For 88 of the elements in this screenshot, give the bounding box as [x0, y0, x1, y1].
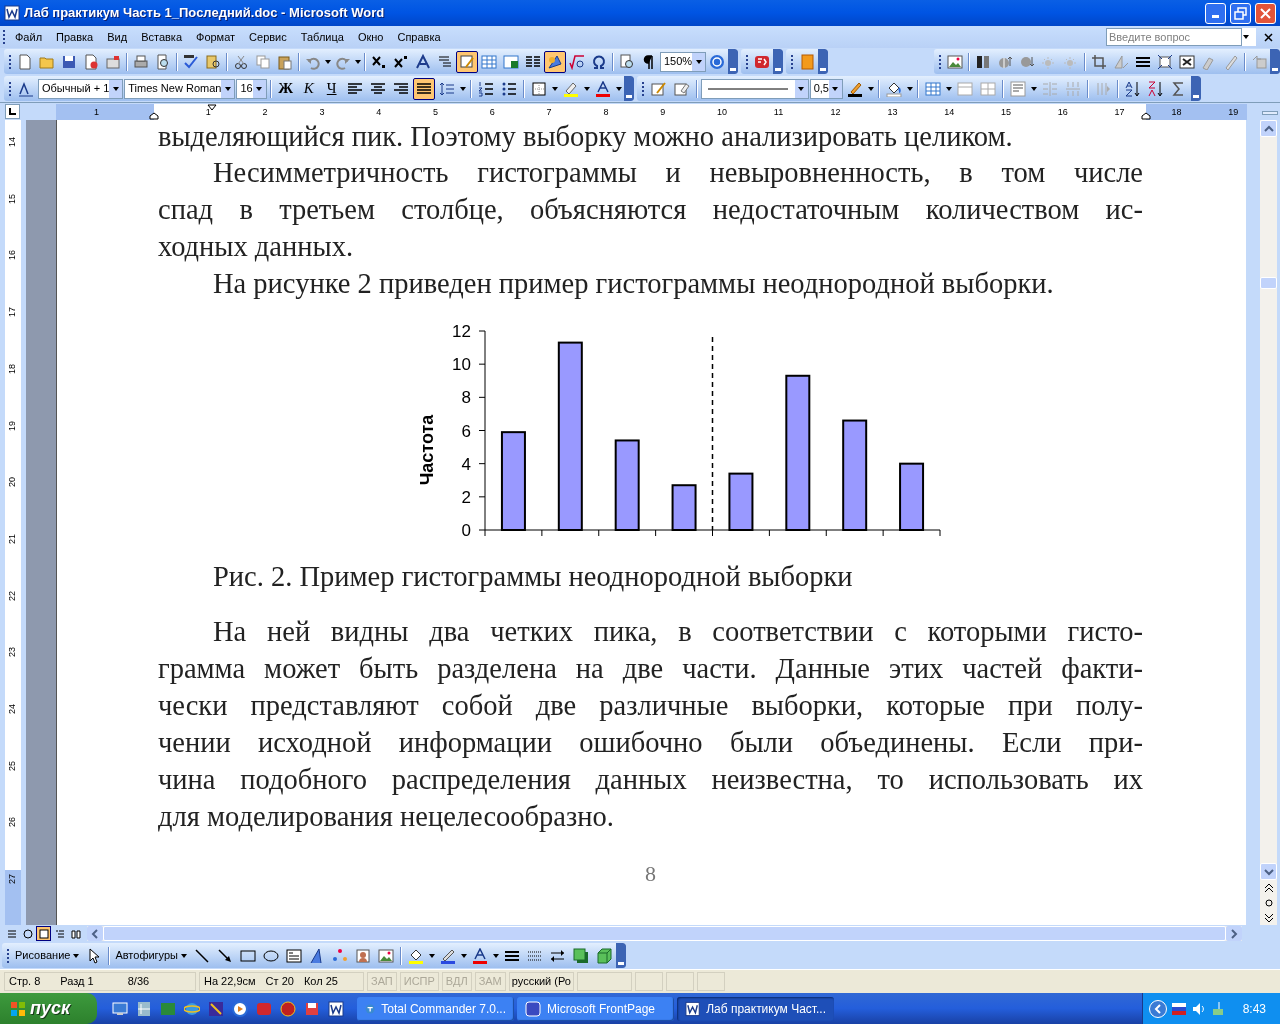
ruler-number: 19 [1228, 106, 1239, 119]
paragraph-line: выделяющийся пик. Поэтому выборку можно анализировать целиком. [158, 122, 1014, 154]
y-tick-label: 12 [452, 322, 471, 341]
paragraph-line: На рисунке 2 приведен пример гистограммы неоднородной выборки. [212, 267, 1055, 301]
help-search-field[interactable]: Введите вопрос [1106, 28, 1242, 46]
ruler-number: 2 [262, 106, 268, 119]
ruler-number: 6 [489, 106, 495, 119]
status-language: русский (Ро [508, 972, 574, 991]
underline-button[interactable]: Ч [320, 77, 343, 100]
y-axis-title: Частота [417, 414, 437, 486]
menu-item[interactable]: Таблица [293, 27, 351, 47]
taskbar-button[interactable]: Лаб практикум Част... [677, 996, 834, 1021]
bold-button[interactable]: Ж [274, 77, 297, 100]
y-tick-label: 2 [461, 487, 471, 507]
ruler-number: 20 [7, 477, 17, 488]
status-text: Ст 20 [265, 974, 294, 990]
paragraph-line: На ней видны два четких пика, в соответствии с которыми гисто- [212, 615, 1143, 649]
font-size-combo[interactable]: 16 [236, 78, 267, 99]
figure-caption: Рис. 2. Пример гистограммы неоднородной выборки [212, 560, 854, 594]
taskbar-button[interactable]: Microsoft FrontPage [517, 996, 674, 1021]
ruler-number: 1 [94, 106, 99, 119]
menu-item[interactable]: Правка [49, 27, 101, 47]
ruler-number: 23 [7, 647, 17, 658]
window-title: Лаб практикум Часть 1_Последний.doc - Microsoft Word [24, 4, 386, 23]
drawing-menu-button[interactable]: Рисование [13, 944, 83, 967]
ruler-number: 15 [7, 193, 17, 204]
y-tick-label: 4 [461, 454, 471, 474]
ruler-number: 7 [546, 106, 552, 119]
y-tick-label: 6 [461, 421, 471, 441]
paragraph-line: для моделирования нецелесообразно. [158, 800, 615, 834]
ruler-number: 5 [433, 106, 438, 119]
status-text: Стр. 8 [9, 974, 41, 990]
ruler-number: 3 [319, 106, 325, 119]
font-combo[interactable]: Times New Roman [124, 78, 236, 99]
page-number: 8 [645, 860, 657, 888]
ruler-number: 26 [7, 817, 17, 828]
paragraph-line: чении исходной информации ошибочно были объединены. Если при- [158, 726, 1143, 760]
ruler-number: 13 [887, 106, 898, 119]
ruler-number: 17 [7, 307, 17, 318]
italic-button[interactable]: К [297, 77, 320, 100]
menu-item[interactable]: Файл [8, 27, 50, 47]
style-combo[interactable]: Обычный + 1 [38, 78, 124, 99]
autoshapes-button[interactable]: Автофигуры [113, 944, 190, 967]
paragraph-line: чина подобного распределения данных неизвестна, то использовать их [158, 763, 1143, 797]
ruler-number: 12 [830, 106, 841, 119]
paragraph-line: спад в третьем столбце, объясняются недостаточным количеством ис- [158, 193, 1143, 227]
ruler-number: 10 [717, 106, 727, 119]
zoom-combo[interactable]: 150% [660, 51, 707, 72]
paragraph-line: грамма может быть разделена на две части. Данные этих частей факти- [158, 652, 1143, 686]
ruler-number: 16 [7, 250, 17, 261]
ruler-number: 15 [1001, 106, 1011, 119]
ruler-number: 22 [7, 590, 17, 601]
menu-item[interactable]: Вставка [134, 27, 189, 47]
menu-item[interactable]: Сервис [242, 27, 294, 47]
taskbar-button[interactable]: Total Commander 7.0... [357, 996, 514, 1021]
ruler-number: 24 [7, 704, 17, 714]
ruler-number: 21 [7, 533, 17, 544]
paragraph-line: чески представляют собой две различные выборки, которые при полу- [158, 689, 1143, 723]
status-text: На 22,9см [204, 974, 256, 990]
clock: 8:43 [1242, 1000, 1266, 1018]
ruler-number: 16 [1057, 106, 1068, 119]
paragraph-line: Несимметричность гистограммы и невыровненность, в том числе [212, 156, 1143, 190]
paragraph-line: ходных данных. [158, 230, 355, 264]
menu-item[interactable]: Справка [390, 27, 448, 47]
ruler-number: 18 [1171, 106, 1182, 119]
start-button[interactable]: пуск [0, 993, 97, 1024]
ruler-number: 17 [1114, 106, 1125, 119]
menu-item[interactable]: Окно [350, 27, 391, 47]
ruler-number: 4 [376, 106, 382, 119]
ruler-number: 25 [7, 760, 17, 771]
y-tick-label: 8 [461, 388, 471, 408]
y-tick-label: 10 [452, 355, 471, 375]
line-weight-combo[interactable]: 0,5 [809, 78, 843, 99]
ruler-number: 8 [603, 106, 609, 119]
menu-item[interactable]: Вид [100, 27, 135, 47]
ruler-number: 19 [7, 420, 17, 431]
menu-item[interactable]: Формат [189, 27, 243, 47]
ruler-number: 11 [773, 106, 784, 119]
status-text: Кол 25 [303, 974, 338, 990]
status-text: Разд 1 [60, 974, 94, 990]
status-text: 8/36 [127, 974, 150, 990]
ruler-number: 14 [7, 137, 17, 147]
ruler-number: 18 [7, 363, 17, 374]
ruler-number: 14 [944, 106, 955, 119]
ruler-number: 27 [7, 874, 17, 885]
y-tick-label: 0 [461, 521, 471, 540]
ruler-number: 1 [205, 106, 211, 119]
ruler-number: 9 [660, 106, 666, 119]
